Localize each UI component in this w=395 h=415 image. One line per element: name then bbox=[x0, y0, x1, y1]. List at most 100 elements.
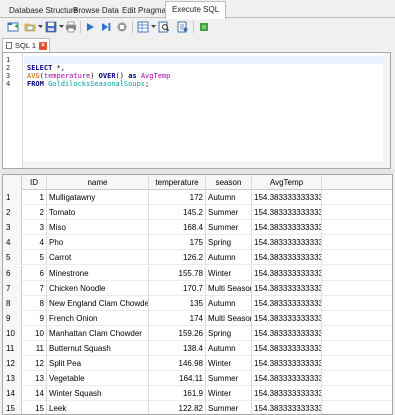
cell-avgtemp[interactable]: 154.383333333333 bbox=[252, 341, 322, 356]
save-results-icon[interactable] bbox=[136, 20, 150, 34]
cell-name[interactable]: Leek bbox=[47, 401, 149, 414]
cell-id[interactable]: 9 bbox=[22, 310, 47, 326]
cell-season[interactable]: Spring bbox=[206, 325, 252, 341]
open-tab-icon[interactable] bbox=[6, 20, 20, 34]
execute-all-icon[interactable] bbox=[83, 20, 97, 34]
cell-id[interactable]: 7 bbox=[22, 280, 47, 296]
row-number[interactable]: 13 bbox=[3, 371, 22, 387]
row-number[interactable]: 15 bbox=[3, 401, 22, 414]
cell-name[interactable]: Vegetable bbox=[47, 371, 149, 387]
cell-name[interactable]: Split Pea bbox=[47, 356, 149, 372]
cell-name[interactable]: French Onion bbox=[47, 310, 149, 326]
cell-avgtemp[interactable]: 154.383333333333 bbox=[252, 325, 322, 341]
cell-id[interactable]: 6 bbox=[22, 265, 47, 281]
table-row[interactable]: 15 15 Leek 122.82 Summer 154.383333333333 bbox=[3, 401, 392, 414]
find-icon[interactable] bbox=[157, 20, 171, 34]
cell-avgtemp[interactable]: 154.383333333333 bbox=[252, 371, 322, 387]
cell-id[interactable]: 11 bbox=[22, 341, 47, 356]
table-row[interactable]: 13 13 Vegetable 164.11 Summer 154.38333333333… bbox=[3, 371, 392, 387]
cell-season[interactable]: Autumn bbox=[206, 190, 252, 205]
cell-avgtemp[interactable]: 154.383333333333 bbox=[252, 280, 322, 296]
table-row[interactable]: 14 14 Winter Squash 161.9 Winter 154.38333333… bbox=[3, 386, 392, 402]
cell-temperature[interactable]: 172 bbox=[149, 190, 206, 205]
cell-temperature[interactable]: 168.4 bbox=[149, 220, 206, 236]
corner-cell[interactable] bbox=[3, 175, 22, 190]
cell-id[interactable]: 1 bbox=[22, 190, 47, 205]
table-row[interactable]: 4 4 Pho 175 Spring 154.383333333333 bbox=[3, 235, 392, 251]
table-row[interactable]: 5 5 Carrot 126.2 Autumn 154.383333333333 bbox=[3, 250, 392, 266]
cell-id[interactable]: 15 bbox=[22, 401, 47, 414]
cell-name[interactable]: Manhattan Clam Chowder bbox=[47, 325, 149, 341]
cell-avgtemp[interactable]: 154.383333333333 bbox=[252, 205, 322, 221]
tab-execute-sql[interactable]: Execute SQL bbox=[165, 1, 227, 19]
cell-temperature[interactable]: 170.7 bbox=[149, 280, 206, 296]
row-number[interactable]: 7 bbox=[3, 280, 22, 296]
column-header-name[interactable]: name bbox=[47, 175, 149, 190]
row-number[interactable]: 10 bbox=[3, 325, 22, 341]
cell-name[interactable]: Minestrone bbox=[47, 265, 149, 281]
cell-temperature[interactable]: 145.2 bbox=[149, 205, 206, 221]
cell-name[interactable]: New England Clam Chowder bbox=[47, 295, 149, 311]
cell-season[interactable]: Autumn bbox=[206, 295, 252, 311]
cell-name[interactable]: Pho bbox=[47, 235, 149, 251]
cell-season[interactable]: Summer bbox=[206, 220, 252, 236]
cell-name[interactable]: Miso bbox=[47, 220, 149, 236]
comment-icon[interactable] bbox=[197, 20, 211, 34]
column-header-id[interactable]: ID bbox=[22, 175, 47, 190]
cell-id[interactable]: 10 bbox=[22, 325, 47, 341]
row-number[interactable]: 14 bbox=[3, 386, 22, 402]
stop-icon[interactable] bbox=[115, 20, 129, 34]
cell-name[interactable]: Mulligatawny bbox=[47, 190, 149, 205]
table-row[interactable]: 10 10 Manhattan Clam Chowder 159.26 Spring 15… bbox=[3, 325, 392, 341]
close-icon[interactable]: × bbox=[38, 41, 47, 50]
cell-name[interactable]: Chicken Noodle bbox=[47, 280, 149, 296]
cell-temperature[interactable]: 126.2 bbox=[149, 250, 206, 266]
execute-line-icon[interactable] bbox=[99, 20, 113, 34]
cell-id[interactable]: 13 bbox=[22, 371, 47, 387]
table-row[interactable]: 6 6 Minestrone 155.78 Winter 154.383333333333 bbox=[3, 265, 392, 281]
cell-season[interactable]: Winter bbox=[206, 265, 252, 281]
cell-avgtemp[interactable]: 154.383333333333 bbox=[252, 356, 322, 372]
cell-name[interactable]: Tomato bbox=[47, 205, 149, 221]
column-header-temperature[interactable]: temperature bbox=[149, 175, 206, 190]
editor-horizontal-scrollbar[interactable] bbox=[23, 161, 383, 168]
sql-editor[interactable]: 1 2 3 4 SELECT *, AVG(temperature) OVER(… bbox=[2, 52, 391, 169]
open-file-icon[interactable] bbox=[23, 20, 37, 34]
cell-season[interactable]: Spring bbox=[206, 235, 252, 251]
row-number[interactable]: 6 bbox=[3, 265, 22, 281]
cell-season[interactable]: Autumn bbox=[206, 341, 252, 356]
cell-name[interactable]: Winter Squash bbox=[47, 386, 149, 402]
cell-season[interactable]: Winter bbox=[206, 386, 252, 402]
cell-avgtemp[interactable]: 154.383333333333 bbox=[252, 190, 322, 205]
table-row[interactable]: 11 11 Butternut Squash 138.4 Autumn 154.38333… bbox=[3, 341, 392, 356]
cell-avgtemp[interactable]: 154.383333333333 bbox=[252, 220, 322, 236]
cell-id[interactable]: 3 bbox=[22, 220, 47, 236]
cell-temperature[interactable]: 138.4 bbox=[149, 341, 206, 356]
cell-id[interactable]: 8 bbox=[22, 295, 47, 311]
cell-avgtemp[interactable]: 154.383333333333 bbox=[252, 265, 322, 281]
find-replace-icon[interactable] bbox=[176, 20, 190, 34]
row-number[interactable]: 8 bbox=[3, 295, 22, 311]
cell-name[interactable]: Butternut Squash bbox=[47, 341, 149, 356]
chevron-down-icon[interactable] bbox=[37, 20, 43, 34]
table-row[interactable]: 12 12 Split Pea 146.98 Winter 154.38333333333… bbox=[3, 356, 392, 372]
cell-avgtemp[interactable]: 154.383333333333 bbox=[252, 250, 322, 266]
cell-temperature[interactable]: 175 bbox=[149, 235, 206, 251]
cell-temperature[interactable]: 146.98 bbox=[149, 356, 206, 372]
column-header-season[interactable]: season bbox=[206, 175, 252, 190]
cell-avgtemp[interactable]: 154.383333333333 bbox=[252, 295, 322, 311]
row-number[interactable]: 2 bbox=[3, 205, 22, 221]
table-row[interactable]: 8 8 New England Clam Chowder 135 Autumn 154.3… bbox=[3, 295, 392, 311]
results-grid[interactable]: ID name temperature season AvgTemp 1 1 Mul… bbox=[2, 174, 393, 415]
cell-id[interactable]: 4 bbox=[22, 235, 47, 251]
row-number[interactable]: 12 bbox=[3, 356, 22, 372]
cell-season[interactable]: Winter bbox=[206, 356, 252, 372]
cell-temperature[interactable]: 164.11 bbox=[149, 371, 206, 387]
chevron-down-icon[interactable] bbox=[150, 20, 156, 34]
cell-avgtemp[interactable]: 154.383333333333 bbox=[252, 235, 322, 251]
row-number[interactable]: 5 bbox=[3, 250, 22, 266]
cell-temperature[interactable]: 161.9 bbox=[149, 386, 206, 402]
cell-id[interactable]: 12 bbox=[22, 356, 47, 372]
cell-temperature[interactable]: 122.82 bbox=[149, 401, 206, 414]
column-header-avgtemp[interactable]: AvgTemp bbox=[252, 175, 322, 190]
